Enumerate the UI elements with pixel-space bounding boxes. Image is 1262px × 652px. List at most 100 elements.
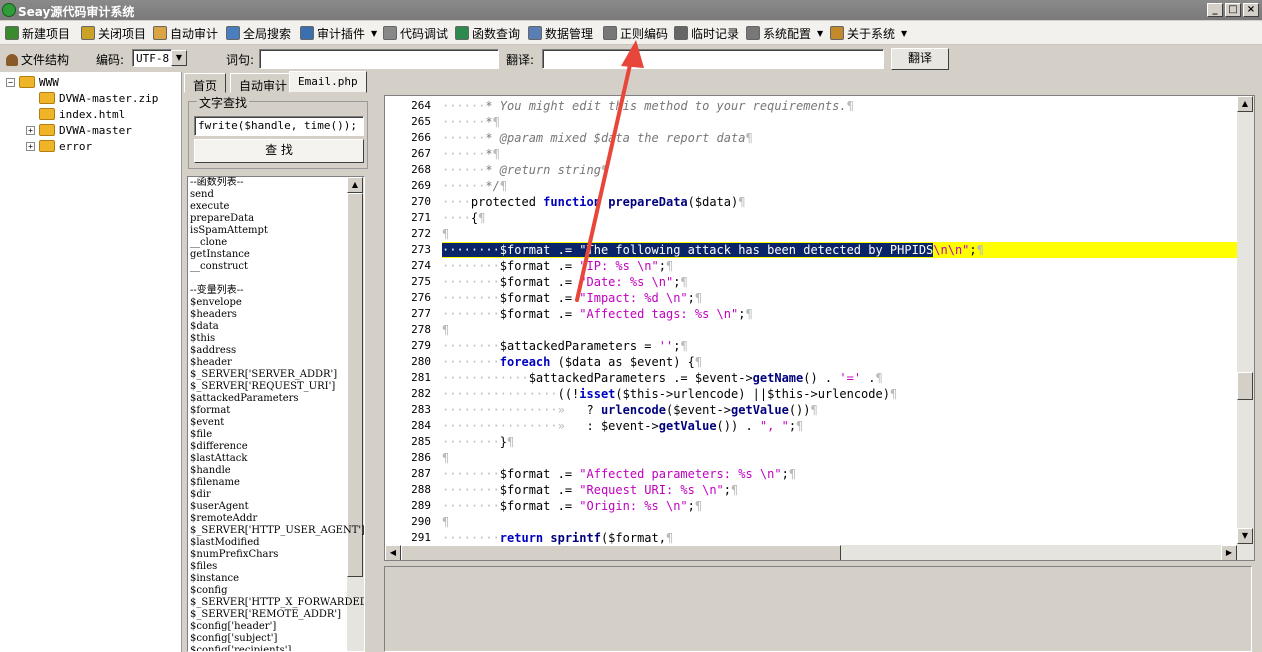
expand-icon[interactable]: + bbox=[26, 141, 35, 151]
menu-item-new-project[interactable]: 新建项目 bbox=[5, 24, 70, 42]
translate-button[interactable]: 翻译 bbox=[891, 48, 949, 70]
menu-item-global-search[interactable]: 全局搜索 bbox=[226, 24, 291, 42]
variable-item[interactable]: $dir bbox=[190, 489, 211, 501]
close-window-button[interactable]: × bbox=[1243, 3, 1259, 17]
tab-1[interactable]: 自动审计 bbox=[230, 73, 297, 93]
menu-item-settings[interactable]: 系统配置 ▼ bbox=[746, 24, 823, 42]
list-scroll-thumb[interactable] bbox=[347, 193, 363, 577]
variable-item[interactable]: $this bbox=[190, 333, 215, 345]
code-line[interactable]: 289 ········$format .= "Origin: %s \n";¶ bbox=[385, 498, 1238, 514]
find-button[interactable]: 查 找 bbox=[194, 139, 364, 163]
collapse-icon[interactable]: − bbox=[6, 77, 15, 87]
variable-item[interactable]: $config bbox=[190, 585, 228, 597]
code-line[interactable]: 267 ······*¶ bbox=[385, 146, 1238, 162]
variable-item[interactable]: $data bbox=[190, 321, 219, 333]
menu-item-debug[interactable]: 代码调试 bbox=[383, 24, 448, 42]
variable-item[interactable]: $lastModified bbox=[190, 537, 260, 549]
variable-item[interactable]: $header bbox=[190, 357, 232, 369]
variable-item[interactable]: $config['header'] bbox=[190, 621, 276, 633]
variable-item[interactable]: $config['recipients'] bbox=[190, 645, 291, 651]
tree-item[interactable]: + DVWA-master bbox=[26, 122, 132, 138]
list-scrollbar[interactable]: ▲ bbox=[347, 177, 364, 651]
minimize-button[interactable]: _ bbox=[1207, 3, 1223, 17]
menu-item-about[interactable]: 关于系统 ▼ bbox=[830, 24, 907, 42]
function-variable-list[interactable]: ▲ --函数列表-- send execute prepareData isSpamAt… bbox=[187, 176, 365, 652]
editor-horizontal-thumb[interactable] bbox=[401, 545, 841, 560]
translate-input[interactable] bbox=[542, 49, 884, 69]
expand-icon[interactable]: + bbox=[26, 125, 35, 135]
function-item[interactable]: getInstance bbox=[190, 249, 250, 261]
variable-item[interactable]: $config['subject'] bbox=[190, 633, 277, 645]
variable-item[interactable]: $_SERVER['HTTP_X_FORWARDED_ bbox=[190, 597, 364, 609]
code-line[interactable]: 287 ········$format .= "Affected paramete… bbox=[385, 466, 1238, 482]
search-query-input[interactable]: fwrite($handle, time()); bbox=[194, 116, 364, 136]
variable-item[interactable]: $userAgent bbox=[190, 501, 249, 513]
code-line[interactable]: 283 ················» ? urlencode($event-… bbox=[385, 402, 1238, 418]
menu-item-auto-audit[interactable]: 自动审计 bbox=[153, 24, 218, 42]
tab-0[interactable]: 首页 bbox=[184, 73, 227, 93]
encoding-dropdown-arrow[interactable]: ▼ bbox=[171, 50, 187, 66]
variable-item[interactable]: $attackedParameters bbox=[190, 393, 299, 405]
code-line[interactable]: 288 ········$format .= "Request URI: %s \… bbox=[385, 482, 1238, 498]
function-item[interactable]: __construct bbox=[190, 261, 248, 273]
variable-item[interactable]: $handle bbox=[190, 465, 231, 477]
variable-item[interactable]: $_SERVER['HTTP_USER_AGENT'] bbox=[190, 525, 364, 537]
code-line[interactable]: 276 ········$format .= "Impact: %d \n";¶ bbox=[385, 290, 1238, 306]
variable-item[interactable]: $file bbox=[190, 429, 212, 441]
variable-item[interactable]: $numPrefixChars bbox=[190, 549, 278, 561]
code-line[interactable]: 271 ····{¶ bbox=[385, 210, 1238, 226]
editor-vertical-thumb[interactable] bbox=[1237, 372, 1253, 400]
editor-scroll-down-arrow[interactable]: ▼ bbox=[1237, 528, 1253, 544]
menu-item-regex-encode[interactable]: 正则编码 bbox=[603, 24, 668, 42]
menu-item-function-search[interactable]: 函数查询 bbox=[455, 24, 520, 42]
variable-item[interactable]: $filename bbox=[190, 477, 240, 489]
menu-item-data-manage[interactable]: 数据管理 bbox=[528, 24, 593, 42]
variable-item[interactable]: $_SERVER['SERVER_ADDR'] bbox=[190, 369, 337, 381]
menu-item-temp-record[interactable]: 临时记录 bbox=[674, 24, 739, 42]
variable-item[interactable]: $_SERVER['REMOTE_ADDR'] bbox=[190, 609, 341, 621]
menu-item-plugin[interactable]: 审计插件 ▼ bbox=[300, 24, 377, 42]
code-line[interactable]: 273 ········$format .= "The following att… bbox=[385, 242, 1238, 258]
tab-2[interactable]: Email.php bbox=[289, 71, 367, 93]
list-scroll-up-arrow[interactable]: ▲ bbox=[347, 177, 363, 193]
editor-scroll-right-arrow[interactable]: ▶ bbox=[1221, 545, 1237, 560]
tree-item[interactable]: − WWW bbox=[6, 74, 59, 90]
code-line[interactable]: 275 ········$format .= "Date: %s \n";¶ bbox=[385, 274, 1238, 290]
word-input[interactable] bbox=[259, 49, 499, 69]
code-line[interactable]: 274 ········$format .= "IP: %s \n";¶ bbox=[385, 258, 1238, 274]
code-line[interactable]: 264 ······* You might edit this method to… bbox=[385, 98, 1238, 114]
variable-item[interactable]: $lastAttack bbox=[190, 453, 247, 465]
function-item[interactable]: send bbox=[190, 189, 214, 201]
variable-item[interactable]: $headers bbox=[190, 309, 237, 321]
variable-item[interactable]: $_SERVER['REQUEST_URI'] bbox=[190, 381, 335, 393]
code-line[interactable]: 281 ············$attackedParameters .= $e… bbox=[385, 370, 1238, 386]
function-item[interactable]: isSpamAttempt bbox=[190, 225, 268, 237]
variable-item[interactable]: $instance bbox=[190, 573, 239, 585]
code-line[interactable]: 269 ······*/¶ bbox=[385, 178, 1238, 194]
tree-item[interactable]: + error bbox=[26, 138, 92, 154]
code-line[interactable]: 272 ¶ bbox=[385, 226, 1238, 242]
code-line[interactable]: 278 ¶ bbox=[385, 322, 1238, 338]
variable-item[interactable]: $remoteAddr bbox=[190, 513, 257, 525]
code-line[interactable]: 277 ········$format .= "Affected tags: %s… bbox=[385, 306, 1238, 322]
code-line[interactable]: 266 ······* @param mixed $data the report… bbox=[385, 130, 1238, 146]
code-line[interactable]: 282 ················((!isset($this->urlen… bbox=[385, 386, 1238, 402]
code-editor[interactable]: 264 ······* You might edit this method to… bbox=[384, 95, 1255, 561]
code-line[interactable]: 290 ¶ bbox=[385, 514, 1238, 530]
variable-item[interactable]: $difference bbox=[190, 441, 248, 453]
variable-item[interactable]: $envelope bbox=[190, 297, 242, 309]
variables-header[interactable]: --变量列表-- bbox=[190, 285, 244, 297]
code-line[interactable]: 280 ········foreach ($data as $event) {¶ bbox=[385, 354, 1238, 370]
function-item[interactable]: __clone bbox=[190, 237, 227, 249]
tree-item[interactable]: DVWA-master.zip bbox=[26, 90, 158, 106]
code-line[interactable]: 291 ········return sprintf($format,¶ bbox=[385, 530, 1238, 546]
tree-item[interactable]: index.html bbox=[26, 106, 125, 122]
variable-item[interactable]: $event bbox=[190, 417, 224, 429]
code-line[interactable]: 268 ······* @return string¶ bbox=[385, 162, 1238, 178]
functions-header[interactable]: --函数列表-- bbox=[190, 177, 244, 189]
code-line[interactable]: 285 ········}¶ bbox=[385, 434, 1238, 450]
code-line[interactable]: 284 ················» : $event->getValue(… bbox=[385, 418, 1238, 434]
function-item[interactable]: prepareData bbox=[190, 213, 254, 225]
editor-scroll-left-arrow[interactable]: ◀ bbox=[385, 545, 401, 560]
menu-item-close-project[interactable]: 关闭项目 bbox=[81, 24, 146, 42]
